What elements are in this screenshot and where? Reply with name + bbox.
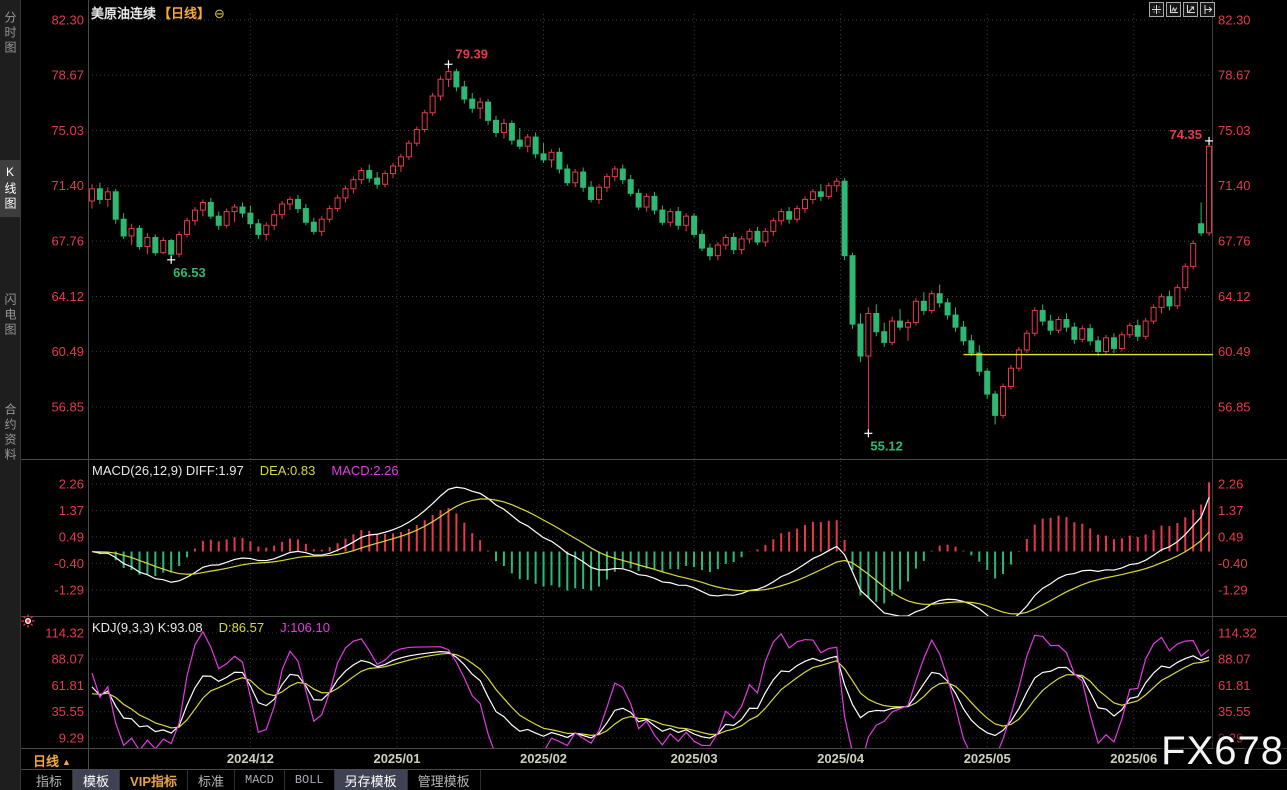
- gridlines: 2024/12 2025/01 2025/02 2025/03 2025/04 2025/…: [45, 13, 1257, 767]
- svg-text:64.12: 64.12: [1218, 289, 1251, 304]
- tab-3-plain[interactable]: 标准: [188, 770, 235, 790]
- svg-text:56.85: 56.85: [51, 400, 84, 415]
- svg-text:35.55: 35.55: [1218, 704, 1251, 719]
- kdj-value-part-0: KDJ(9,3,3) K:93.08: [92, 620, 203, 635]
- svg-text:2025/04: 2025/04: [817, 751, 865, 766]
- zoom-out-icon[interactable]: ⊖: [214, 6, 225, 21]
- tab-1-selected[interactable]: 模板: [73, 770, 120, 790]
- period-dropdown-arrow: ▲: [62, 757, 71, 767]
- svg-text:67.76: 67.76: [51, 234, 84, 249]
- panel-borders: [21, 0, 1287, 770]
- chart-toolbar: [1147, 2, 1215, 17]
- svg-text:2024/12: 2024/12: [227, 751, 274, 766]
- svg-text:78.67: 78.67: [51, 68, 84, 83]
- svg-text:88.07: 88.07: [1218, 652, 1251, 667]
- kdj-plot: [92, 632, 1209, 767]
- tab-4-mono[interactable]: MACD: [235, 770, 285, 790]
- svg-text:82.30: 82.30: [51, 13, 84, 28]
- kdj-value-part-1: D:86.57: [219, 620, 265, 635]
- indicator-marker-icon[interactable]: [21, 614, 35, 628]
- axis-pan-icon[interactable]: [1183, 2, 1198, 17]
- app-window: 2024/12 2025/01 2025/02 2025/03 2025/04 2025/…: [0, 0, 1287, 790]
- sidebar-item-3[interactable]: 合约资料: [0, 398, 20, 468]
- svg-text:0.49: 0.49: [1218, 529, 1243, 544]
- svg-text:1.37: 1.37: [59, 503, 84, 518]
- sidebar: 分时图 K线图闪电图合约资料: [0, 0, 21, 790]
- period-label: 日线: [33, 754, 59, 769]
- svg-text:2025/03: 2025/03: [671, 751, 718, 766]
- svg-text:71.40: 71.40: [51, 178, 84, 193]
- collapse-right-icon[interactable]: [1200, 2, 1215, 17]
- macd-value-part-1: DEA:0.83: [260, 463, 316, 478]
- price-annotations: 79.39 66.53 55.12 74.35: [167, 46, 1213, 453]
- svg-text:2025/02: 2025/02: [520, 751, 567, 766]
- svg-text:78.67: 78.67: [1218, 68, 1251, 83]
- macd-plot: [92, 482, 1209, 623]
- svg-text:79.39: 79.39: [455, 46, 488, 61]
- candlesticks: [89, 64, 1213, 433]
- svg-text:67.76: 67.76: [1218, 234, 1251, 249]
- svg-text:74.35: 74.35: [1169, 127, 1202, 142]
- svg-text:60.49: 60.49: [1218, 344, 1251, 359]
- axis-scale-icon[interactable]: [1166, 2, 1181, 17]
- svg-text:64.12: 64.12: [51, 289, 84, 304]
- bottom-tab-bar: 指标模板VIP指标标准MACDBOLL另存模板管理模板: [21, 770, 1287, 790]
- svg-text:-1.29: -1.29: [1218, 583, 1248, 598]
- svg-text:55.12: 55.12: [870, 438, 903, 453]
- watermark: FX678: [1161, 729, 1284, 774]
- chart-title: 美原油连续【日线】 ⊖: [91, 3, 225, 22]
- svg-text:61.81: 61.81: [51, 678, 84, 693]
- svg-text:9.29: 9.29: [59, 730, 84, 745]
- svg-text:2025/05: 2025/05: [964, 751, 1011, 766]
- period-selector[interactable]: 日线▲: [33, 751, 71, 770]
- chart-canvas[interactable]: 2024/12 2025/01 2025/02 2025/03 2025/04 2025/…: [0, 0, 1287, 790]
- svg-text:2025/01: 2025/01: [373, 751, 420, 766]
- svg-text:75.03: 75.03: [1218, 123, 1251, 138]
- tab-6-selected[interactable]: 另存模板: [335, 770, 408, 790]
- period-tag: 【日线】: [158, 6, 210, 21]
- svg-text:61.81: 61.81: [1218, 678, 1251, 693]
- sidebar-item-1[interactable]: K线图: [0, 160, 20, 217]
- svg-text:2025/06: 2025/06: [1110, 751, 1157, 766]
- tab-0-plain[interactable]: 指标: [26, 770, 73, 790]
- kdj-indicator-header: KDJ(9,3,3) K:93.08 D:86.57 J:106.10: [92, 620, 346, 635]
- svg-text:75.03: 75.03: [51, 123, 84, 138]
- macd-value-part-2: MACD:2.26: [331, 463, 398, 478]
- tab-2-vip[interactable]: VIP指标: [120, 770, 188, 790]
- svg-text:1.37: 1.37: [1218, 503, 1243, 518]
- svg-text:71.40: 71.40: [1218, 178, 1251, 193]
- svg-text:88.07: 88.07: [51, 652, 84, 667]
- kdj-value-part-2: J:106.10: [280, 620, 330, 635]
- crosshair-icon[interactable]: [1149, 2, 1164, 17]
- macd-value-part-0: MACD(26,12,9) DIFF:1.97: [92, 463, 244, 478]
- tab-5-mono[interactable]: BOLL: [285, 770, 335, 790]
- svg-text:0.49: 0.49: [59, 529, 84, 544]
- svg-text:2.26: 2.26: [1218, 477, 1243, 492]
- symbol-name: 美原油连续: [91, 6, 156, 21]
- svg-text:60.49: 60.49: [51, 344, 84, 359]
- svg-text:114.32: 114.32: [45, 626, 84, 641]
- svg-text:2.26: 2.26: [59, 477, 84, 492]
- macd-indicator-header: MACD(26,12,9) DIFF:1.97 DEA:0.83 MACD:2.26: [92, 463, 415, 478]
- svg-text:114.32: 114.32: [1218, 626, 1257, 641]
- sidebar-item-2[interactable]: 闪电图: [0, 288, 20, 343]
- svg-text:82.30: 82.30: [1218, 13, 1251, 28]
- svg-text:56.85: 56.85: [1218, 400, 1251, 415]
- tab-7-plain[interactable]: 管理模板: [408, 770, 481, 790]
- svg-text:35.55: 35.55: [51, 704, 84, 719]
- svg-text:-1.29: -1.29: [54, 583, 84, 598]
- sidebar-item-0[interactable]: 分时图: [0, 6, 20, 61]
- svg-text:-0.40: -0.40: [54, 556, 84, 571]
- svg-text:-0.40: -0.40: [1218, 556, 1248, 571]
- svg-text:66.53: 66.53: [173, 265, 206, 280]
